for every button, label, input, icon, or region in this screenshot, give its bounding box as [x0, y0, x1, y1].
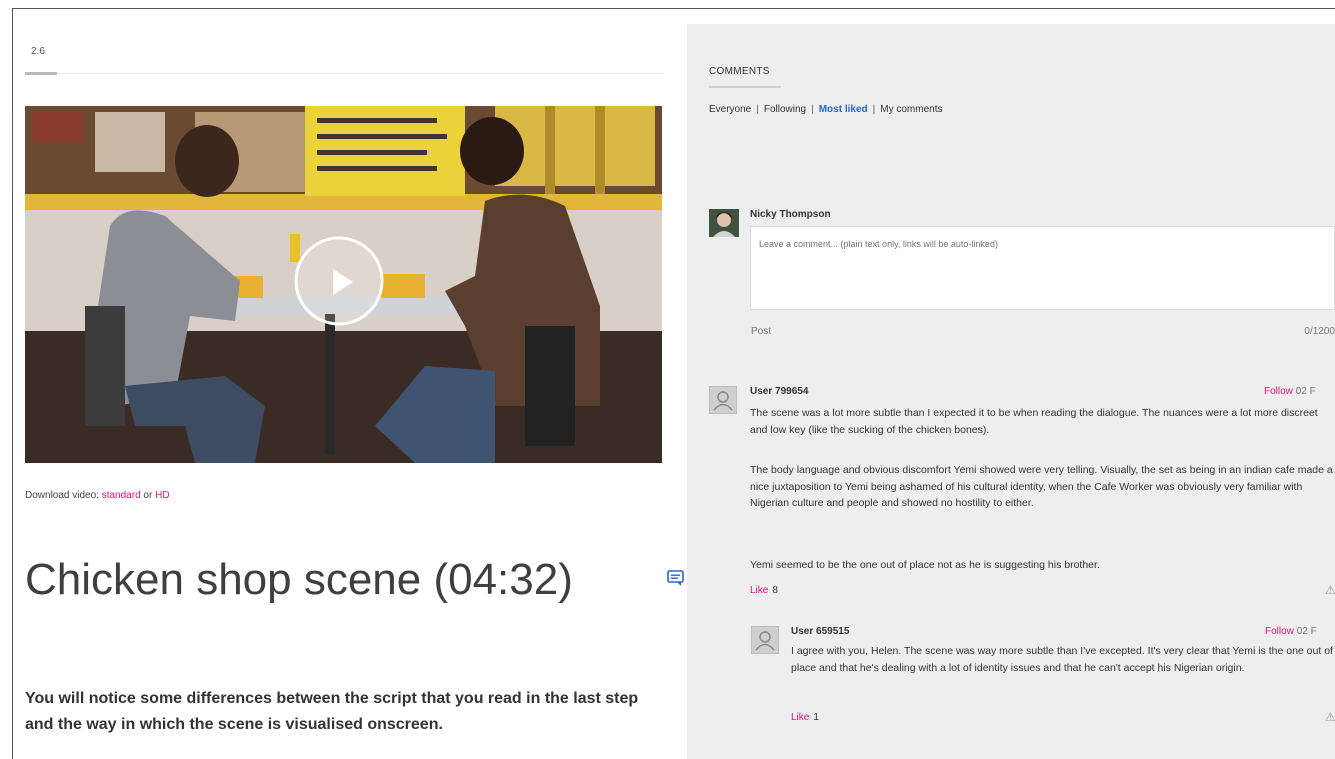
comment-date: 02 F — [1296, 626, 1317, 637]
filter-everyone[interactable]: Everyone — [709, 104, 751, 115]
comment-text: I agree with you, Helen. The scene was w… — [791, 645, 1333, 674]
step-number-tab[interactable]: 2.6 — [29, 46, 47, 57]
post-button[interactable]: Post — [751, 326, 771, 337]
report-flag-icon[interactable]: ⚠ — [1325, 710, 1335, 724]
follow-label[interactable]: Follow — [1265, 626, 1294, 637]
follow-button[interactable]: Follow 02 F — [1264, 386, 1316, 397]
like-button[interactable]: Like 8 — [750, 585, 778, 596]
report-flag-icon[interactable]: ⚠ — [1325, 583, 1335, 597]
like-label[interactable]: Like — [791, 712, 809, 723]
page-title: Chicken shop scene (04:32) — [25, 555, 573, 604]
comment-text: The scene was a lot more subtle than I e… — [750, 407, 1318, 436]
comment-date: 02 F — [1295, 386, 1316, 397]
download-hd-link[interactable]: HD — [155, 490, 169, 501]
comments-toggle-button[interactable] — [665, 568, 687, 588]
intro-paragraph: You will notice some differences between… — [25, 690, 639, 733]
avatar — [709, 209, 739, 237]
comment-text: Yemi seemed to be the one out of place n… — [750, 559, 1100, 571]
user-placeholder-icon — [755, 631, 775, 651]
comments-heading: COMMENTS — [709, 66, 770, 77]
like-count: 1 — [813, 712, 819, 723]
video-player[interactable] — [25, 106, 662, 463]
like-label[interactable]: Like — [750, 585, 768, 596]
user-photo — [709, 209, 739, 237]
download-label: Download video: — [25, 490, 99, 501]
comments-heading-underline — [709, 86, 781, 88]
filter-my-comments[interactable]: My comments — [880, 104, 942, 115]
download-or-text: or — [143, 490, 153, 501]
download-video-line: Download video: standard or HD — [25, 490, 170, 501]
filter-separator: | — [872, 104, 876, 115]
follow-label[interactable]: Follow — [1264, 386, 1293, 397]
step-tab-underline — [25, 72, 57, 75]
filter-most-liked[interactable]: Most liked — [819, 104, 868, 115]
composer-user-name: Nicky Thompson — [750, 209, 831, 220]
frame-border-left — [12, 8, 13, 759]
character-count: 0/1200 — [1304, 326, 1335, 337]
filter-separator: | — [756, 104, 759, 115]
follow-button[interactable]: Follow 02 F — [1265, 626, 1317, 637]
comment-input[interactable] — [750, 226, 1335, 310]
avatar — [709, 386, 737, 414]
step-tab-rule — [57, 73, 663, 74]
like-count: 8 — [772, 585, 778, 596]
filter-following[interactable]: Following — [764, 104, 806, 115]
download-standard-link[interactable]: standard — [102, 490, 141, 501]
play-icon[interactable] — [321, 263, 361, 301]
like-button[interactable]: Like 1 — [791, 712, 819, 723]
filter-separator: | — [811, 104, 814, 115]
avatar — [751, 626, 779, 654]
step-content: 2.6 Download video: standard or HD Chick… — [25, 8, 665, 759]
comment-bubble-icon — [667, 570, 684, 586]
comment-author[interactable]: User 659515 — [791, 626, 849, 637]
comment-author[interactable]: User 799654 — [750, 386, 808, 397]
user-placeholder-icon — [713, 391, 733, 411]
comments-panel: COMMENTS Everyone | Following | Most liked | M… — [687, 24, 1335, 759]
comment-text: The body language and obvious discomfort… — [750, 464, 1333, 509]
comment-filters: Everyone | Following | Most liked | My comment… — [709, 104, 942, 115]
